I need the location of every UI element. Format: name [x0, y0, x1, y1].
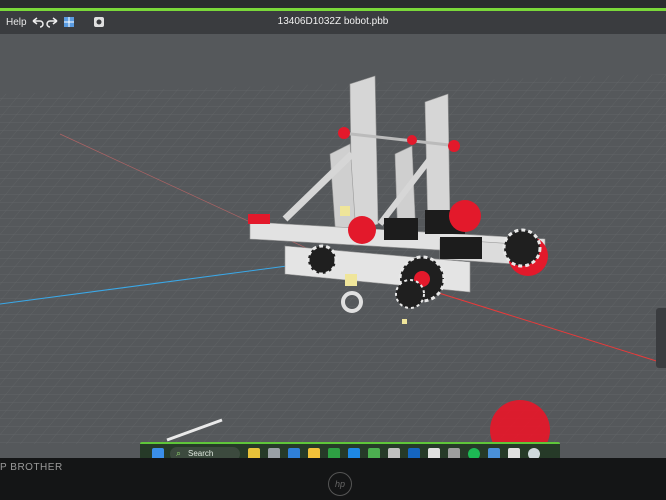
monitor-bezel-bottom: P BROTHER hp	[0, 458, 666, 500]
3d-viewport[interactable]	[0, 34, 666, 460]
side-panel-handle[interactable]	[656, 308, 666, 368]
scene-canvas	[0, 34, 666, 460]
window-title: 13406D1032Z bobot.pbb	[277, 16, 389, 27]
brand-label: P BROTHER	[0, 462, 63, 473]
search-label: Search	[188, 449, 214, 458]
app-screen: Help 13406D1032Z bobot.pbb ⌕ Search	[0, 8, 666, 460]
hp-logo: hp	[328, 472, 352, 496]
title-bar: Help 13406D1032Z bobot.pbb	[0, 8, 666, 34]
